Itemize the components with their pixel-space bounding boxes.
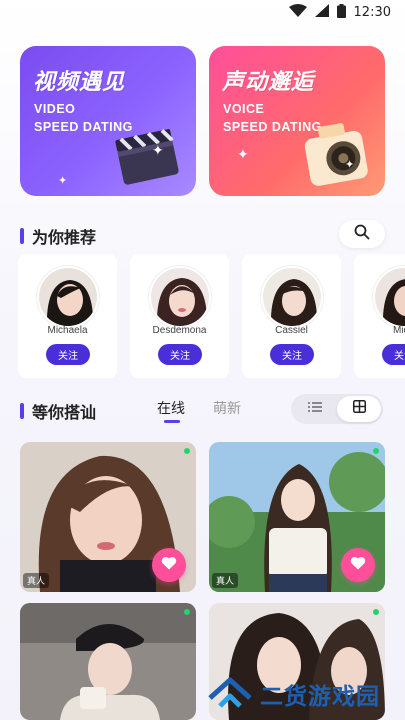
avatar[interactable] — [261, 266, 323, 328]
online-indicator — [373, 609, 379, 615]
user-photo-card[interactable]: 真人 — [20, 442, 196, 592]
chat-section-header: 等你搭讪 — [20, 399, 96, 423]
recommend-section-header: 为你推荐 — [20, 224, 96, 248]
sparkle-icon: ✦ — [237, 146, 249, 162]
recommend-user-card[interactable]: Mich 关注 — [354, 254, 405, 378]
clock: 12:30 — [353, 4, 391, 20]
section-accent-bar — [20, 403, 24, 419]
feature-subtitle-line1: VIDEO — [34, 102, 76, 116]
sparkle-icon: ✦ — [345, 159, 355, 171]
section-title: 等你搭讪 — [32, 403, 97, 422]
like-button[interactable] — [152, 548, 186, 582]
follow-button[interactable]: 关注 — [270, 344, 314, 365]
speaker-icon — [289, 117, 377, 192]
filter-tabs: 在线 萌新 — [157, 398, 241, 423]
heart-icon — [350, 556, 366, 575]
online-indicator — [184, 448, 190, 454]
view-mode-toggle — [291, 394, 383, 424]
feature-title: 声动邂逅 — [222, 70, 315, 95]
online-indicator — [373, 448, 379, 454]
follow-button[interactable]: 关注 — [382, 344, 405, 365]
app-screen: 12:30 视频遇见 VIDEO SPEED DATING ✦ ✦ 声动邂逅 V… — [0, 0, 405, 720]
avatar[interactable] — [373, 266, 405, 328]
search-button[interactable] — [339, 220, 385, 248]
sparkle-icon: ✦ — [152, 142, 164, 158]
user-name: Cassiel — [275, 325, 308, 336]
recommend-user-card[interactable]: Cassiel 关注 — [242, 254, 341, 378]
follow-button[interactable]: 关注 — [46, 344, 90, 365]
wifi-icon — [288, 4, 307, 20]
grid-view-button[interactable] — [337, 396, 381, 422]
user-photo — [20, 603, 196, 720]
feature-subtitle-line1: VOICE — [223, 102, 265, 116]
watermark: 二货游戏园 — [208, 672, 405, 716]
list-icon — [308, 400, 322, 418]
user-name: Michaela — [47, 325, 88, 336]
clapperboard-icon — [96, 117, 188, 192]
sparkle-icon: ✦ — [58, 175, 68, 187]
section-title: 为你推荐 — [32, 228, 97, 247]
avatar[interactable] — [149, 266, 211, 328]
tab-newbie[interactable]: 萌新 — [213, 398, 241, 418]
signal-icon — [314, 4, 329, 20]
watermark-logo-icon — [208, 676, 252, 713]
like-button[interactable] — [341, 548, 375, 582]
user-name: Desdemona — [152, 325, 207, 336]
recommend-user-card[interactable]: Michaela 关注 — [18, 254, 117, 378]
section-accent-bar — [20, 228, 24, 244]
user-photo-card[interactable] — [20, 603, 196, 720]
status-bar: 12:30 — [0, 0, 405, 24]
list-view-button[interactable] — [293, 396, 337, 422]
recommend-user-card[interactable]: Desdemona 关注 — [130, 254, 229, 378]
video-speed-dating-card[interactable]: 视频遇见 VIDEO SPEED DATING ✦ ✦ — [20, 46, 196, 196]
follow-button[interactable]: 关注 — [158, 344, 202, 365]
verified-badge: 真人 — [212, 573, 239, 588]
user-photo-card[interactable]: 真人 — [209, 442, 385, 592]
tab-online[interactable]: 在线 — [157, 398, 185, 423]
online-indicator — [184, 609, 190, 615]
search-icon — [354, 224, 370, 245]
heart-icon — [161, 556, 177, 575]
watermark-text: 二货游戏园 — [260, 684, 380, 710]
avatar[interactable] — [37, 266, 99, 328]
user-name: Mich — [392, 325, 405, 336]
battery-icon — [336, 3, 346, 21]
voice-speed-dating-card[interactable]: 声动邂逅 VOICE SPEED DATING ✦ ✦ — [209, 46, 385, 196]
recommend-list: Michaela 关注 Desdemona 关注 Cassiel 关注 Mich… — [18, 254, 405, 378]
grid-icon — [352, 400, 366, 418]
feature-title: 视频遇见 — [33, 70, 126, 95]
verified-badge: 真人 — [23, 573, 50, 588]
